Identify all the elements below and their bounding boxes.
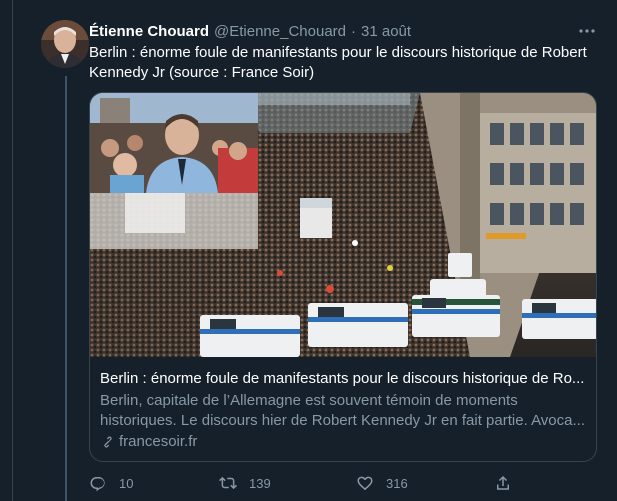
thread-line	[65, 76, 67, 501]
card-body[interactable]: Berlin : énorme foule de manifestants po…	[100, 369, 590, 452]
separator: ·	[351, 22, 356, 40]
tweet-actions: 10 139 316	[89, 471, 609, 495]
like-icon	[357, 476, 373, 491]
retweet-count: 139	[249, 475, 271, 491]
tweet-text: Berlin : énorme foule de manifestants po…	[89, 44, 587, 81]
reply-button[interactable]: 10	[89, 471, 133, 495]
link-card[interactable]: Berlin : énorme foule de manifestants po…	[89, 92, 597, 462]
card-domain[interactable]: francesoir.fr	[100, 432, 590, 452]
tweet-header: Étienne Chouard @Etienne_Chouard · 31 ao…	[89, 20, 411, 42]
tweet[interactable]: Étienne Chouard @Etienne_Chouard · 31 ao…	[12, 0, 617, 501]
reply-icon	[90, 477, 105, 492]
retweet-icon	[219, 476, 237, 490]
like-count: 316	[386, 475, 408, 491]
link-icon	[104, 436, 112, 448]
author-handle[interactable]: @Etienne_Chouard	[214, 23, 346, 40]
more-icon[interactable]	[576, 22, 598, 40]
tweet-date[interactable]: 31 août	[361, 23, 411, 40]
card-image[interactable]	[90, 93, 596, 357]
like-button[interactable]: 316	[356, 471, 408, 495]
retweet-button[interactable]: 139	[219, 471, 271, 495]
share-icon	[497, 475, 509, 490]
card-domain-text: francesoir.fr	[119, 433, 198, 450]
avatar[interactable]	[41, 20, 89, 68]
avatar-image	[41, 20, 89, 68]
share-button[interactable]	[494, 471, 512, 495]
reply-count: 10	[119, 475, 134, 491]
author-name[interactable]: Étienne Chouard	[89, 23, 209, 40]
card-title[interactable]: Berlin : énorme foule de manifestants po…	[100, 369, 590, 389]
card-description: Berlin, capitale de l’Allemagne est souv…	[100, 392, 585, 429]
